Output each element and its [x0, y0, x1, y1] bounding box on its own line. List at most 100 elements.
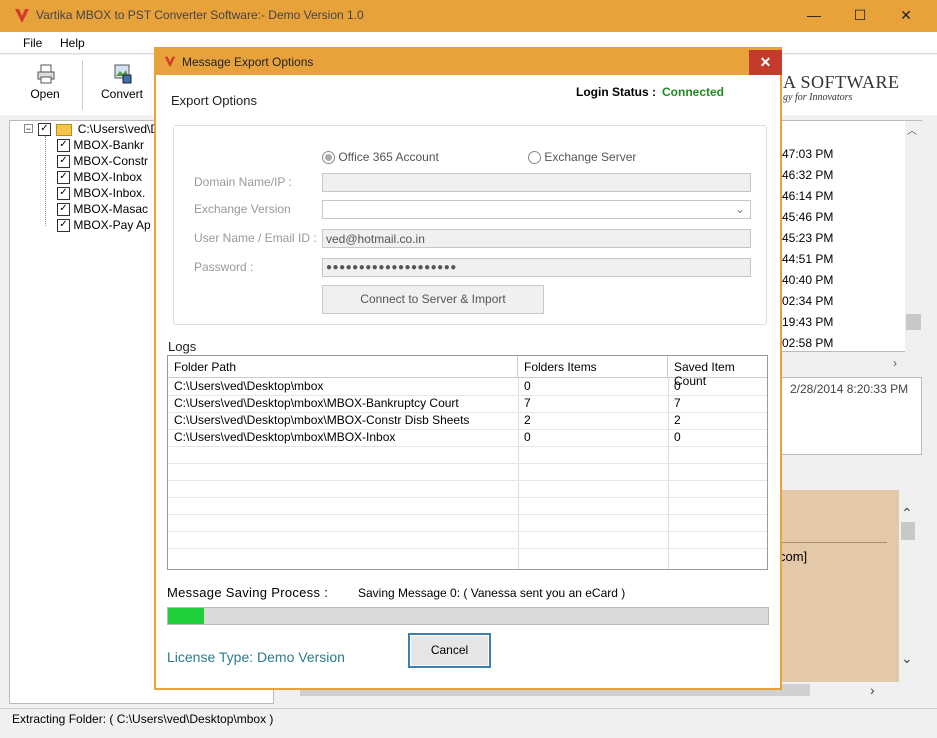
cell-folder-items: 0: [524, 379, 531, 393]
login-status-label: Login Status :: [576, 85, 656, 99]
cancel-button[interactable]: Cancel: [408, 633, 491, 668]
domain-label: Domain Name/IP :: [194, 175, 292, 189]
row-divider: [168, 446, 767, 447]
tree-collapse-toggle[interactable]: −: [24, 124, 33, 134]
progress-fill: [168, 608, 204, 624]
message-time[interactable]: 44:51 PM: [782, 252, 833, 266]
message-time[interactable]: 45:46 PM: [782, 210, 833, 224]
message-time[interactable]: 02:58 PM: [782, 336, 833, 350]
tree-item-label: MBOX-Pay Ap: [73, 218, 151, 232]
tree-item[interactable]: ✓ MBOX-Inbox: [57, 170, 142, 186]
cell-saved-count: 0: [674, 430, 681, 444]
export-options-heading: Export Options: [171, 93, 257, 108]
tree-root-checkbox[interactable]: ✓: [38, 123, 51, 137]
chevron-down-icon: ⌄: [734, 202, 745, 216]
dialog-title: Message Export Options: [182, 55, 314, 69]
domain-field[interactable]: [322, 173, 751, 192]
brand-tagline: gy for Innovators: [783, 92, 853, 103]
tree-item[interactable]: ✓ MBOX-Inbox.: [57, 186, 145, 202]
close-window-button[interactable]: ✕: [883, 0, 929, 32]
message-export-dialog: Message Export Options ✕ Export Options …: [154, 47, 782, 690]
column-header[interactable]: Folder Path: [168, 356, 518, 378]
tree-connector: [45, 136, 46, 226]
scroll-thumb[interactable]: [906, 314, 921, 330]
tree-item-checkbox[interactable]: ✓: [57, 219, 70, 233]
connect-import-button[interactable]: Connect to Server & Import: [322, 285, 544, 314]
toolbar-divider: [82, 60, 83, 110]
cell-folder-path: C:\Users\ved\Desktop\mbox\MBOX-Inbox: [174, 430, 396, 444]
tree-item-label: MBOX-Masac: [73, 202, 149, 216]
logs-heading: Logs: [168, 339, 197, 354]
login-status-value: Connected: [662, 85, 725, 99]
menu-file[interactable]: File: [23, 36, 42, 50]
menu-help[interactable]: Help: [60, 36, 85, 50]
tree-item-checkbox[interactable]: ✓: [57, 203, 70, 217]
cell-folder-items: 7: [524, 396, 531, 410]
chevron-down-icon[interactable]: ⌄: [901, 650, 913, 667]
cell-saved-count: 7: [674, 396, 681, 410]
column-header[interactable]: Saved Item Count: [668, 356, 767, 388]
tree-item-label: MBOX-Constr: [73, 154, 149, 168]
column-header[interactable]: Folders Items: [518, 356, 668, 378]
radio-office365-dot[interactable]: [322, 151, 335, 165]
preview-divider: [779, 542, 887, 543]
user-field[interactable]: ved@hotmail.co.in: [322, 229, 751, 248]
convert-label: Convert: [100, 87, 144, 101]
saving-progress-bar: [167, 607, 769, 625]
radio-exchange[interactable]: Exchange Server: [528, 150, 637, 165]
radio-office365-label: Office 365 Account: [338, 150, 439, 164]
open-button[interactable]: Open: [15, 62, 75, 106]
row-divider: [168, 531, 767, 532]
saving-process-label: Message Saving Process :: [167, 585, 329, 600]
message-time[interactable]: 45:23 PM: [782, 231, 833, 245]
app-logo-icon: [15, 9, 29, 23]
message-time[interactable]: 46:32 PM: [782, 168, 833, 182]
radio-exchange-label: Exchange Server: [544, 150, 637, 164]
row-divider: [168, 480, 767, 481]
preview-scroll-thumb[interactable]: [901, 522, 915, 540]
radio-exchange-dot[interactable]: [528, 151, 541, 165]
table-row[interactable]: C:\Users\ved\Desktop\mbox\MBOX-Inbox 0 0: [168, 429, 767, 446]
table-row[interactable]: C:\Users\ved\Desktop\mbox\MBOX-Bankruptc…: [168, 395, 767, 412]
password-label: Password :: [194, 260, 254, 274]
printer-icon: [37, 64, 55, 84]
tree-item-checkbox[interactable]: ✓: [57, 139, 70, 153]
message-time[interactable]: 47:03 PM: [782, 147, 833, 161]
message-time[interactable]: 46:14 PM: [782, 189, 833, 203]
tree-item-label: MBOX-Inbox: [73, 170, 143, 184]
tree-item-checkbox[interactable]: ✓: [57, 171, 70, 185]
open-label: Open: [30, 87, 60, 101]
tree-item[interactable]: ✓ MBOX-Constr: [57, 154, 148, 170]
tree-root[interactable]: ✓ C:\Users\ved\De: [38, 122, 166, 138]
convert-image-icon: [114, 64, 132, 84]
tree-item-checkbox[interactable]: ✓: [57, 187, 70, 201]
maximize-button[interactable]: ☐: [837, 0, 883, 32]
row-divider: [168, 548, 767, 549]
tree-item-label: MBOX-Bankr: [73, 138, 145, 152]
password-field[interactable]: ●●●●●●●●●●●●●●●●●●●●: [322, 258, 751, 277]
exchange-version-select[interactable]: ⌄: [322, 200, 751, 219]
cell-folder-path: C:\Users\ved\Desktop\mbox\MBOX-Bankruptc…: [174, 396, 459, 410]
tree-item-checkbox[interactable]: ✓: [57, 155, 70, 169]
tree-item[interactable]: ✓ MBOX-Masac: [57, 202, 148, 218]
cell-folder-items: 0: [524, 430, 531, 444]
table-row[interactable]: C:\Users\ved\Desktop\mbox 0 0: [168, 378, 767, 395]
chevron-right-icon[interactable]: ›: [870, 682, 875, 698]
radio-office365[interactable]: Office 365 Account: [322, 150, 439, 165]
chevron-up-icon[interactable]: ⌃: [901, 505, 913, 522]
row-divider: [168, 463, 767, 464]
message-time[interactable]: 19:43 PM: [782, 315, 833, 329]
dialog-close-button[interactable]: ✕: [749, 50, 782, 75]
user-label: User Name / Email ID :: [194, 231, 317, 245]
table-row[interactable]: C:\Users\ved\Desktop\mbox\MBOX-Constr Di…: [168, 412, 767, 429]
message-time[interactable]: 40:40 PM: [782, 273, 833, 287]
convert-button[interactable]: Convert: [92, 62, 152, 106]
message-time[interactable]: 02:34 PM: [782, 294, 833, 308]
chevron-up-icon[interactable]: ︿: [907, 122, 917, 137]
tree-item[interactable]: ✓ MBOX-Bankr: [57, 138, 144, 154]
minimize-button[interactable]: —: [791, 0, 837, 32]
tree-root-label: C:\Users\ved\De: [77, 122, 166, 136]
tree-item[interactable]: ✓ MBOX-Pay Ap: [57, 218, 151, 234]
chevron-right-icon[interactable]: ›: [893, 356, 897, 370]
message-date: 2/28/2014 8:20:33 PM: [790, 382, 909, 396]
